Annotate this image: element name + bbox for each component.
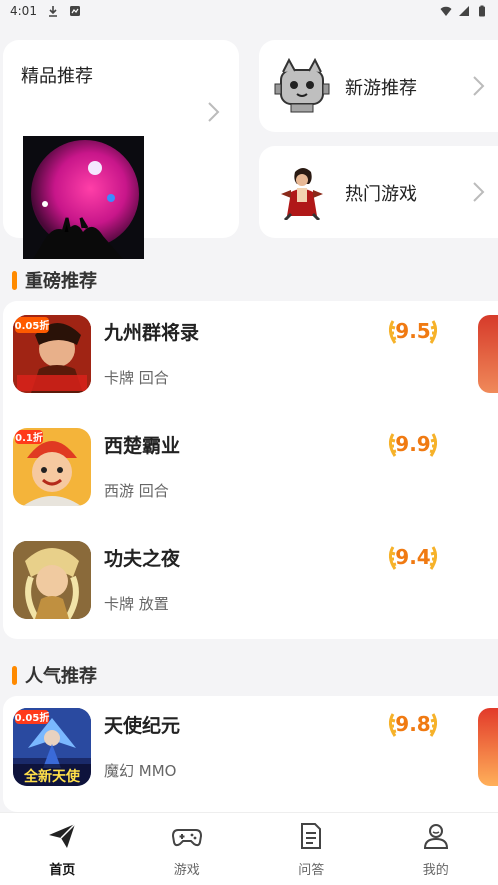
score-badge: 9.5 <box>385 317 441 347</box>
section-accent-bar <box>12 270 17 290</box>
game-tags: 卡牌 放置 <box>104 595 169 613</box>
status-bar: 4:01 <box>0 0 498 22</box>
game-tags: 魔幻 MMO <box>104 762 177 780</box>
game-name: 功夫之夜 <box>104 548 181 570</box>
bottom-tab-bar: 首页 游戏 问答 我的 <box>0 812 498 885</box>
game-row-gongfu[interactable]: 功夫之夜 卡牌 放置 9.4 <box>13 541 493 631</box>
document-icon <box>301 823 322 849</box>
tab-qa[interactable]: 问答 <box>249 813 374 885</box>
wifi-icon <box>440 6 452 16</box>
paper-plane-icon <box>49 823 76 848</box>
warrior-icon <box>273 164 331 222</box>
tab-profile-label: 我的 <box>422 863 449 878</box>
game-icon-jiuzhou[interactable]: 0.05折 <box>13 315 91 393</box>
icon-badge-tianshi-top: 0.05折 <box>15 711 50 724</box>
new-games-title: 新游推荐 <box>345 78 417 99</box>
chevron-right-icon <box>208 102 220 122</box>
user-icon <box>423 824 448 849</box>
game-icon-gongfu[interactable] <box>13 541 91 619</box>
game-name: 九州群将录 <box>104 322 200 344</box>
game-score: 9.5 <box>395 319 431 343</box>
score-badge: 9.4 <box>385 543 441 573</box>
game-score: 9.8 <box>395 712 431 736</box>
tab-profile[interactable]: 我的 <box>374 813 498 885</box>
game-score: 9.4 <box>395 545 431 569</box>
gamepad-icon <box>171 829 202 847</box>
section-popular-header: 人气推荐 <box>12 662 97 688</box>
heavy-games-list: 0.05折 九州群将录 卡牌 回合 9.5 0.1折 西楚霸业 西游 回合 9.… <box>3 301 498 639</box>
popular-games-list: 0.05折 全新天使 天使纪元 魔幻 MMO 9.8 <box>3 696 498 812</box>
featured-thumbnail[interactable] <box>23 136 144 259</box>
peek-game-icon[interactable] <box>478 315 498 393</box>
status-time: 4:01 <box>10 4 37 18</box>
icon-badge-xichu: 0.1折 <box>15 431 43 444</box>
tab-qa-label: 问答 <box>298 863 325 878</box>
game-icon-tianshi[interactable]: 0.05折 全新天使 <box>13 708 91 786</box>
score-badge: 9.9 <box>385 430 441 460</box>
game-icon-xichu[interactable]: 0.1折 <box>13 428 91 506</box>
featured-title: 精品推荐 <box>21 66 93 87</box>
icon-badge-jiuzhou: 0.05折 <box>15 319 50 332</box>
section-heavy-header: 重磅推荐 <box>12 267 97 293</box>
chevron-right-icon <box>473 76 485 96</box>
section-accent-bar <box>12 665 17 685</box>
hot-games-title: 热门游戏 <box>345 184 417 205</box>
game-tags: 西游 回合 <box>104 482 169 500</box>
tab-games[interactable]: 游戏 <box>125 813 250 885</box>
game-row-jiuzhou[interactable]: 0.05折 九州群将录 卡牌 回合 9.5 <box>13 315 493 405</box>
score-badge: 9.8 <box>385 710 441 740</box>
game-row-tianshi[interactable]: 0.05折 全新天使 天使纪元 魔幻 MMO 9.8 <box>13 708 493 798</box>
hot-games-card[interactable]: 热门游戏 <box>259 146 498 238</box>
game-name: 天使纪元 <box>104 715 181 737</box>
game-score: 9.9 <box>395 432 431 456</box>
cat-robot-icon <box>273 57 331 114</box>
download-icon <box>48 6 57 17</box>
tab-home-label: 首页 <box>49 863 76 878</box>
chevron-right-icon <box>473 182 485 202</box>
game-tags: 卡牌 回合 <box>104 369 169 387</box>
signal-icon <box>459 6 469 16</box>
section-heavy-title: 重磅推荐 <box>25 271 97 292</box>
peek-game-icon[interactable] <box>478 708 498 786</box>
game-row-xichu[interactable]: 0.1折 西楚霸业 西游 回合 9.9 <box>13 428 493 518</box>
notification-icon <box>69 6 80 16</box>
new-games-card[interactable]: 新游推荐 <box>259 40 498 132</box>
icon-badge-tianshi-bottom: 全新天使 <box>23 768 81 785</box>
section-popular-title: 人气推荐 <box>25 666 97 687</box>
game-name: 西楚霸业 <box>104 435 181 457</box>
tab-home[interactable]: 首页 <box>0 813 125 885</box>
tab-games-label: 游戏 <box>173 863 200 878</box>
battery-icon <box>479 5 485 17</box>
featured-card[interactable]: 精品推荐 <box>3 40 239 259</box>
